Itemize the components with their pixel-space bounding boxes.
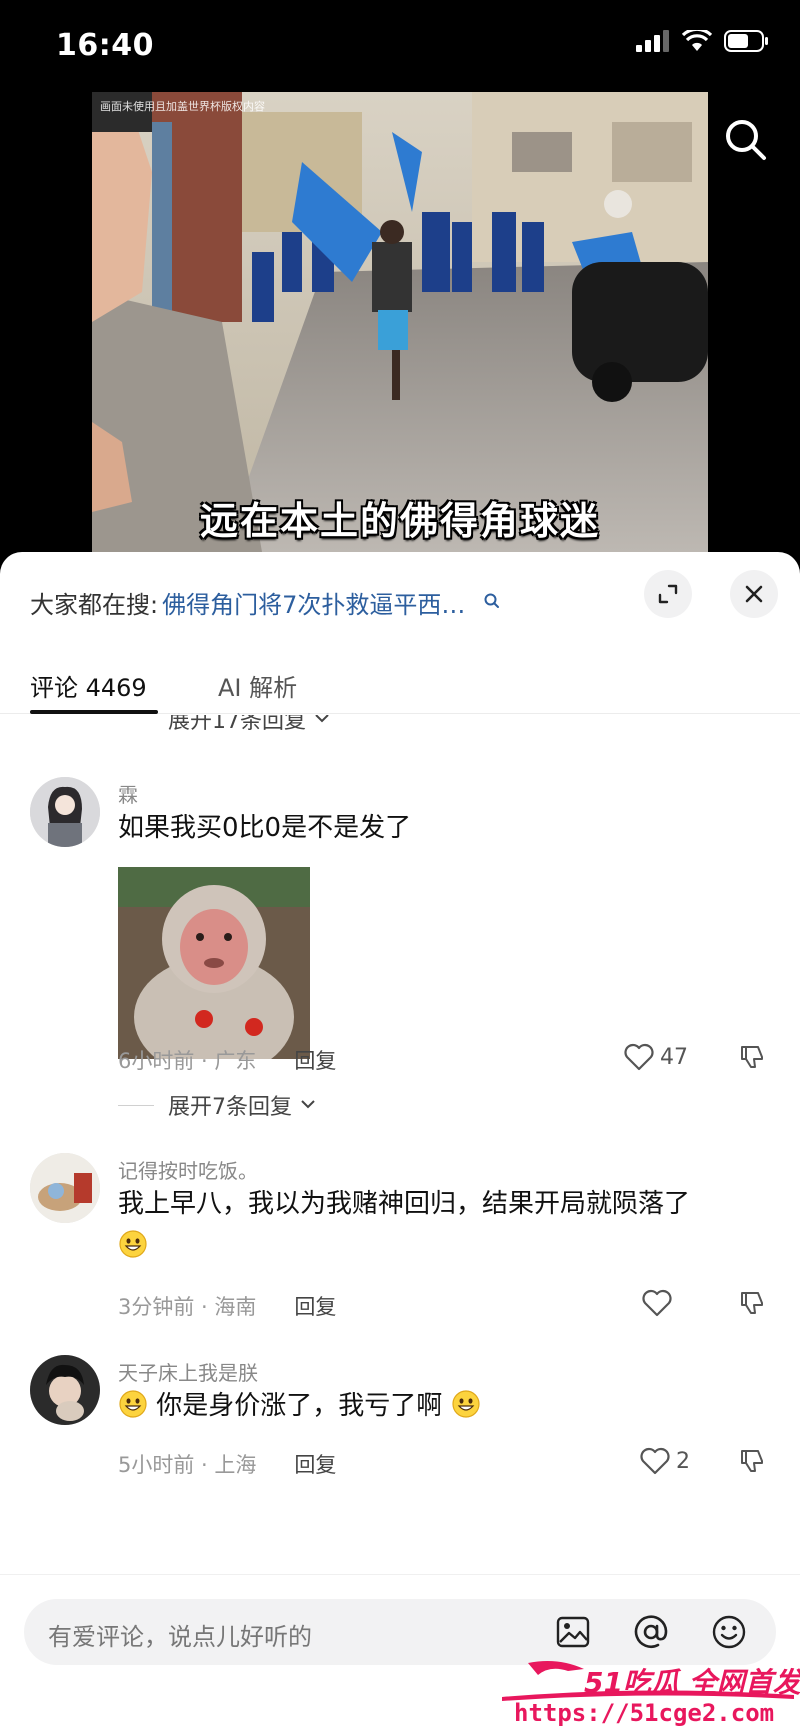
search-icon <box>726 120 766 160</box>
reply-button[interactable]: 回复 <box>294 1291 336 1321</box>
suggested-search[interactable]: 大家都在搜: 佛得角门将7次扑救逼平西… <box>30 582 501 622</box>
comment-text-content: 你是身价涨了，我亏了啊 <box>156 1391 443 1421</box>
comment-list[interactable]: 展开17条回复 霖 如果我买0比0是不是发了 6小时前 · 广东 回复 47 展… <box>0 715 800 1565</box>
video-caption: 远在本土的佛得角球迷 <box>199 499 600 543</box>
comment-username[interactable]: 天子床上我是朕 <box>118 1357 258 1386</box>
comment-text: 你是身价涨了，我亏了啊 <box>118 1385 768 1427</box>
like-count: 2 <box>676 1448 690 1474</box>
like-count: 47 <box>660 1044 688 1070</box>
video-scene <box>92 92 708 552</box>
comment-time-location: 6小时前 · 广东 <box>118 1049 257 1073</box>
comment-input-placeholder: 有爱评论，说点儿好听的 <box>48 1623 312 1651</box>
status-icons <box>636 30 770 52</box>
dislike-button[interactable] <box>738 1289 766 1321</box>
like-button[interactable]: 2 <box>640 1447 690 1475</box>
close-icon <box>745 585 763 603</box>
comment-tabs: 评论 4469 AI 解析 <box>0 652 800 714</box>
monkey-image <box>118 867 310 1059</box>
reply-button[interactable]: 回复 <box>294 1045 336 1075</box>
comment-panel: 大家都在搜: 佛得角门将7次扑救逼平西… 评论 4469 AI 解析 展开17条… <box>0 552 800 1731</box>
expand-icon <box>658 584 678 604</box>
comment-meta: 3分钟前 · 海南 回复 <box>118 1291 336 1321</box>
dislike-button[interactable] <box>738 1447 766 1479</box>
expand-replies-label: 展开17条回复 <box>168 715 306 734</box>
comment-text: 如果我买0比0是不是发了 <box>118 813 412 843</box>
search-icon[interactable] <box>483 588 501 616</box>
dislike-icon <box>741 1292 763 1314</box>
dislike-icon <box>741 1450 763 1472</box>
close-button[interactable] <box>730 570 778 618</box>
promo-title: 51吃瓜 全网首发 <box>584 1666 800 1699</box>
promo-url: https://51cge2.com <box>514 1699 775 1727</box>
emoji-icon[interactable] <box>710 1613 748 1651</box>
expand-replies-button[interactable]: 展开17条回复 <box>168 715 332 735</box>
suggested-search-prefix: 大家都在搜: <box>30 590 159 619</box>
tab-comments[interactable]: 评论 4469 <box>30 668 147 703</box>
comment-text-content: 我上早八，我以为我赌神回归，结果开局就陨落了 <box>118 1189 691 1219</box>
comment-text: 我上早八，我以为我赌神回归，结果开局就陨落了 <box>118 1183 768 1267</box>
expand-replies-label: 展开7条回复 <box>168 1095 292 1120</box>
grin-emoji-icon <box>119 1390 147 1418</box>
search-button[interactable] <box>722 116 770 164</box>
heart-icon <box>624 1043 654 1071</box>
tab-ai-analysis[interactable]: AI 解析 <box>218 668 297 703</box>
comment-meta: 5小时前 · 上海 回复 <box>118 1449 336 1479</box>
comment-time-location: 5小时前 · 上海 <box>118 1453 257 1477</box>
battery-icon <box>724 30 768 52</box>
video-player[interactable]: 画面未使用且加盖世界杯版权内容 远在本土的佛得角球迷 <box>0 92 800 552</box>
heart-icon <box>640 1447 670 1475</box>
comment-image[interactable] <box>118 867 310 1059</box>
chevron-down-icon <box>315 715 329 723</box>
like-button[interactable] <box>642 1289 672 1317</box>
suggested-search-query[interactable]: 佛得角门将7次扑救逼平西… <box>162 585 465 620</box>
heart-icon <box>642 1289 672 1317</box>
expand-button[interactable] <box>644 570 692 618</box>
comment-username[interactable]: 记得按时吃饭。 <box>118 1155 258 1184</box>
comment-input-bar: 有爱评论，说点儿好听的 51吃瓜 全网首发 https://51cge2.com <box>0 1574 800 1731</box>
dislike-icon <box>741 1046 763 1068</box>
expand-line <box>118 1104 154 1106</box>
wifi-icon <box>682 30 712 51</box>
signal-icon <box>636 30 669 52</box>
active-tab-indicator <box>30 710 158 714</box>
image-icon[interactable] <box>554 1613 592 1651</box>
chevron-down-icon <box>301 1100 315 1109</box>
grin-emoji-icon <box>119 1230 147 1258</box>
expand-replies-button[interactable]: 展开7条回复 <box>118 1089 318 1121</box>
status-time: 16:40 <box>56 28 154 63</box>
at-icon[interactable] <box>632 1613 670 1651</box>
video-frame[interactable]: 画面未使用且加盖世界杯版权内容 远在本土的佛得角球迷 <box>92 92 708 552</box>
status-bar: 16:40 <box>0 0 800 92</box>
comment-username[interactable]: 霖 <box>118 779 138 808</box>
comment-time-location: 3分钟前 · 海南 <box>118 1295 257 1319</box>
video-watermark: 画面未使用且加盖世界杯版权内容 <box>100 100 265 113</box>
dislike-button[interactable] <box>738 1043 766 1075</box>
promo-watermark: 51吃瓜 全网首发 https://51cge2.com <box>498 1655 800 1731</box>
grin-emoji-icon <box>451 1390 480 1418</box>
like-button[interactable]: 47 <box>624 1043 688 1071</box>
reply-button[interactable]: 回复 <box>294 1449 336 1479</box>
comment-meta: 6小时前 · 广东 回复 <box>118 1045 336 1075</box>
avatar[interactable] <box>30 1153 100 1223</box>
avatar[interactable] <box>30 777 100 847</box>
avatar[interactable] <box>30 1355 100 1425</box>
